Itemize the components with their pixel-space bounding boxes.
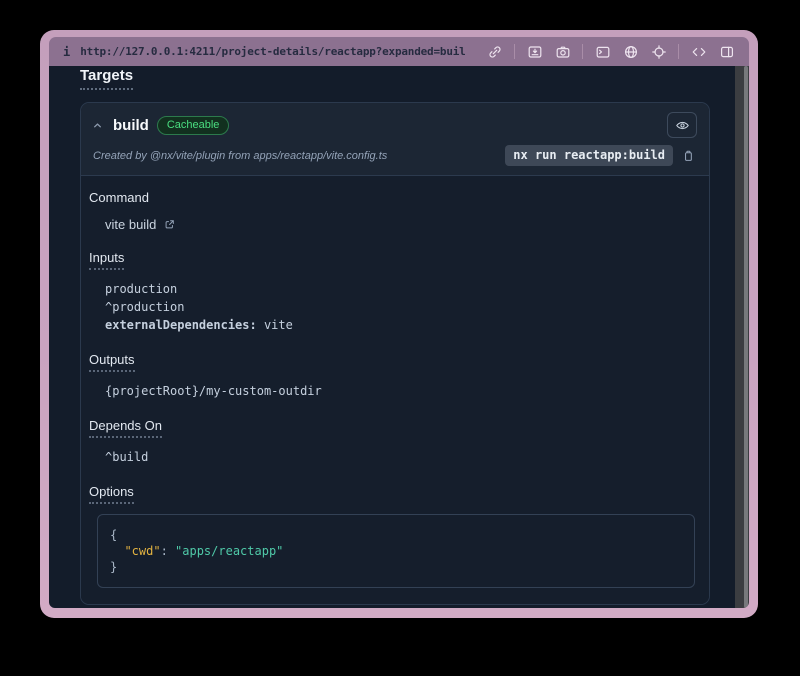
target-card-build: build Cacheable Created by @nx/vite/plug…: [80, 102, 710, 605]
depends-on-item: ^build: [105, 448, 695, 466]
depends-on-label[interactable]: Depends On: [89, 418, 162, 438]
toolbar-separator: [514, 44, 515, 59]
toolbar-separator: [678, 44, 679, 59]
command-label: Command: [89, 190, 149, 205]
external-link-icon[interactable]: [163, 218, 177, 232]
targets-heading: Targets: [80, 67, 133, 90]
split-view-icon[interactable]: [718, 43, 735, 60]
json-key: "cwd": [124, 544, 160, 558]
depends-on-list: ^build: [89, 448, 695, 466]
build-header-subrow: Created by @nx/vite/plugin from apps/rea…: [91, 145, 697, 166]
browser-toolbar: i http://127.0.0.1:4211/project-details/…: [49, 37, 749, 66]
outputs-label[interactable]: Outputs: [89, 352, 135, 372]
build-card-header: build Cacheable Created by @nx/vite/plug…: [81, 103, 709, 175]
options-json-block: { "cwd": "apps/reactapp"}: [97, 514, 695, 588]
outputs-list: {projectRoot}/my-custom-outdir: [89, 382, 695, 400]
inputs-label[interactable]: Inputs: [89, 250, 124, 270]
input-item: production: [105, 280, 695, 298]
scrollbar-thumb[interactable]: [744, 66, 748, 608]
terminal-icon[interactable]: [594, 43, 611, 60]
address-url[interactable]: http://127.0.0.1:4211/project-details/re…: [80, 45, 466, 58]
input-item: ^production: [105, 298, 695, 316]
inputs-list: production ^production externalDependenc…: [89, 280, 695, 334]
scrollbar[interactable]: [735, 66, 749, 608]
link-icon[interactable]: [486, 43, 503, 60]
crosshair-icon[interactable]: [650, 43, 667, 60]
output-item: {projectRoot}/my-custom-outdir: [105, 382, 695, 400]
options-label[interactable]: Options: [89, 484, 134, 504]
globe-icon[interactable]: [622, 43, 639, 60]
created-by-text: Created by @nx/vite/plugin from apps/rea…: [93, 150, 387, 162]
build-card-body: Command vite build Inputs production ^pr…: [81, 175, 709, 604]
build-header-row[interactable]: build Cacheable: [91, 112, 697, 138]
toolbar-actions: [486, 43, 735, 60]
download-icon[interactable]: [526, 43, 543, 60]
run-command-chip: nx run reactapp:build: [505, 145, 673, 166]
code-icon[interactable]: [690, 43, 707, 60]
chevron-up-icon[interactable]: [91, 118, 105, 132]
target-name: build: [113, 117, 149, 134]
toolbar-separator: [582, 44, 583, 59]
cacheable-badge: Cacheable: [157, 116, 230, 135]
browser-window: i http://127.0.0.1:4211/project-details/…: [40, 30, 758, 618]
info-icon: i: [63, 45, 70, 59]
command-value-row: vite build: [89, 217, 695, 232]
camera-icon[interactable]: [554, 43, 571, 60]
command-value: vite build: [105, 217, 156, 232]
input-item: externalDependencies: vite: [105, 316, 695, 334]
project-details-page: Targets build Cacheable: [49, 66, 735, 608]
json-value: "apps/reactapp": [175, 544, 283, 558]
copy-icon[interactable]: [681, 148, 697, 164]
view-target-button[interactable]: [667, 112, 697, 138]
